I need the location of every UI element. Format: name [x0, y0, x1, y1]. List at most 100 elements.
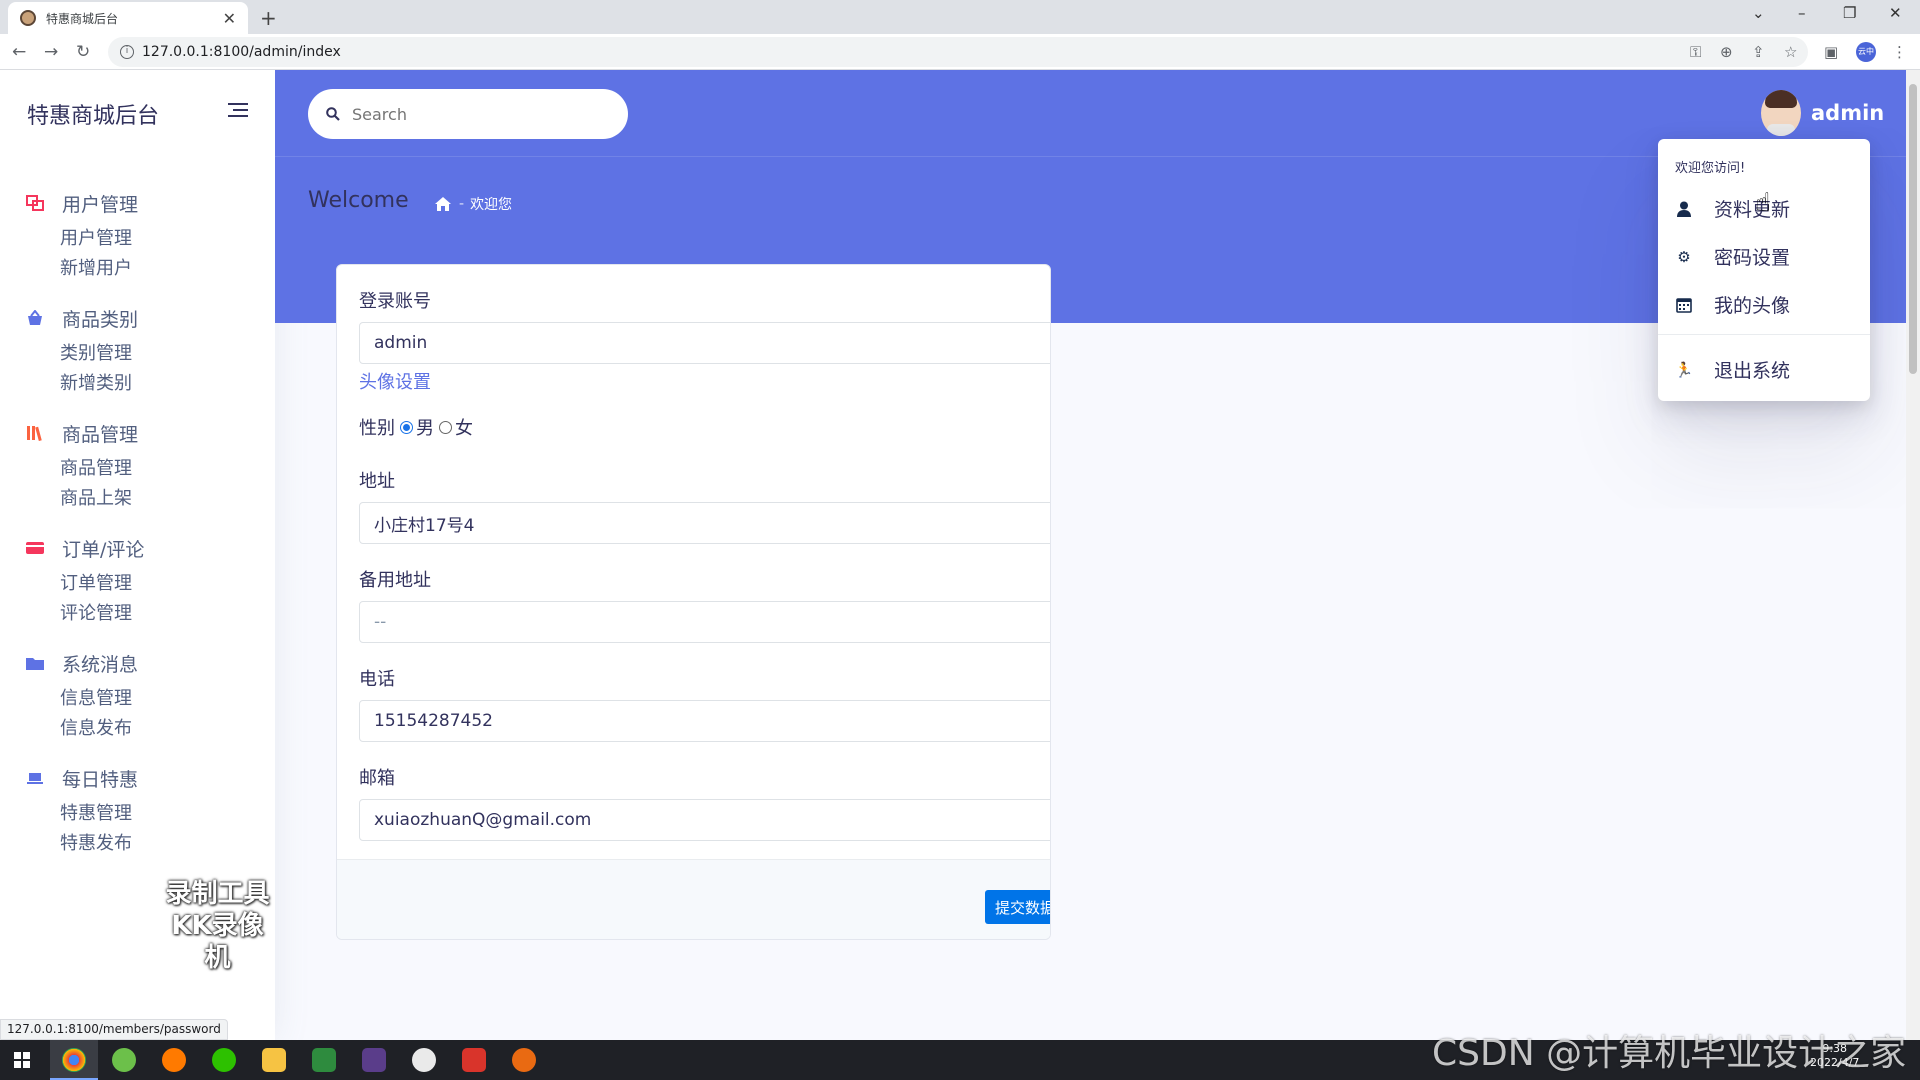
- nav-head-categories[interactable]: 商品类别: [0, 303, 275, 333]
- reload-icon[interactable]: ↻: [76, 42, 90, 62]
- nav-head-label: 每日特惠: [62, 768, 139, 791]
- nav-item-message-manage[interactable]: 信息管理: [60, 684, 275, 714]
- alt-address-label: 备用地址: [359, 570, 431, 591]
- search-app-taskbar-icon[interactable]: [162, 1048, 186, 1072]
- search-input[interactable]: [352, 104, 592, 124]
- email-label: 邮箱: [359, 768, 395, 789]
- address-field[interactable]: 小庄村17号4: [359, 502, 1050, 544]
- csdn-watermark: CSDN @计算机毕业设计之家: [1432, 1033, 1907, 1074]
- card-footer: 提交数据: [337, 859, 1050, 939]
- menu-item-label: 资料更新: [1714, 199, 1791, 221]
- nav-item-add-user[interactable]: 新增用户: [60, 254, 275, 284]
- nav-item-comment-manage[interactable]: 评论管理: [60, 599, 275, 629]
- laptop-icon: [27, 773, 43, 784]
- link-status-bar: 127.0.0.1:8100/members/password: [0, 1019, 228, 1040]
- home-icon[interactable]: [435, 197, 451, 211]
- nav-item-product-manage[interactable]: 商品管理: [60, 454, 275, 484]
- menu-item-logout[interactable]: 🏃 退出系统: [1675, 356, 1790, 383]
- profile-avatar[interactable]: 云中: [1856, 42, 1876, 62]
- nav-item-message-publish[interactable]: 信息发布: [60, 714, 275, 744]
- share-icon[interactable]: ⇪: [1752, 43, 1765, 61]
- avatar: [1761, 90, 1801, 136]
- submit-button[interactable]: 提交数据: [985, 890, 1050, 924]
- browser-tab[interactable]: 特惠商城后台 ✕: [8, 2, 248, 34]
- breadcrumb-current: 欢迎您: [470, 197, 513, 213]
- nav-group-users: 用户管理 用户管理 新增用户: [0, 188, 275, 284]
- user-menu-trigger[interactable]: admin: [1761, 90, 1884, 136]
- side-panel-icon[interactable]: ▣: [1824, 43, 1838, 61]
- nav-item-deal-manage[interactable]: 特惠管理: [60, 799, 275, 829]
- url-field[interactable]: i 127.0.0.1:8100/admin/index: [108, 37, 1808, 67]
- windows-start-icon[interactable]: [14, 1052, 30, 1068]
- breadcrumb-separator: -: [459, 196, 465, 212]
- search-box[interactable]: [308, 89, 628, 139]
- nav-head-daily-deals[interactable]: 每日特惠: [0, 763, 275, 793]
- gender-male-radio[interactable]: [400, 420, 413, 434]
- profile-form-card: 登录账号 admin 头像设置 性别 男 女 地址 小庄村17号4 备用地址 -…: [336, 264, 1051, 940]
- minimize-icon[interactable]: –: [1798, 4, 1806, 22]
- nav-head-label: 商品类别: [62, 308, 139, 331]
- gender-female-radio[interactable]: [439, 420, 452, 434]
- close-tab-icon[interactable]: ✕: [223, 9, 236, 28]
- key-icon[interactable]: ⚿: [1690, 43, 1701, 61]
- game-taskbar-icon[interactable]: [362, 1048, 386, 1072]
- nav-group-categories: 商品类别 类别管理 新增类别: [0, 303, 275, 399]
- brand-title: 特惠商城后台: [27, 104, 160, 129]
- search-icon: [326, 107, 340, 121]
- nav-item-product-publish[interactable]: 商品上架: [60, 484, 275, 514]
- close-window-icon[interactable]: ✕: [1889, 4, 1902, 22]
- file-explorer-taskbar-icon[interactable]: [262, 1048, 286, 1072]
- gender-female-label: 女: [455, 418, 473, 439]
- sidebar-toggle-icon[interactable]: [228, 103, 248, 121]
- email-field[interactable]: xuiaozhuanQ@gmail.com: [359, 799, 1050, 841]
- nav-head-label: 系统消息: [62, 653, 139, 676]
- user-icon: [1675, 201, 1693, 217]
- nav-head-messages[interactable]: 系统消息: [0, 648, 275, 678]
- tab-search-icon[interactable]: ⌄: [1752, 4, 1765, 22]
- scrollbar-thumb[interactable]: [1909, 84, 1917, 374]
- nav-item-order-manage[interactable]: 订单管理: [60, 569, 275, 599]
- new-tab-icon[interactable]: +: [260, 6, 277, 30]
- tab-title: 特惠商城后台: [46, 11, 119, 26]
- account-field[interactable]: admin: [359, 322, 1050, 364]
- forward-icon[interactable]: →: [44, 42, 58, 62]
- recorder-taskbar-icon[interactable]: [512, 1048, 536, 1072]
- restore-icon[interactable]: ❐: [1843, 4, 1856, 22]
- wps-taskbar-icon[interactable]: [462, 1048, 486, 1072]
- zoom-icon[interactable]: ⊕: [1720, 43, 1733, 61]
- user-dropdown-menu: 欢迎您访问! 资料更新 ⚙ 密码设置 我的头像 🏃 退出系统: [1658, 139, 1870, 401]
- menu-item-profile[interactable]: 资料更新: [1675, 195, 1790, 222]
- nav-head-users[interactable]: 用户管理: [0, 188, 275, 218]
- nav-group-daily-deals: 每日特惠 特惠管理 特惠发布: [0, 763, 275, 859]
- site-info-icon[interactable]: i: [120, 45, 134, 59]
- bookmark-star-icon[interactable]: ☆: [1784, 43, 1797, 61]
- mouse-cursor-icon: ☝: [1755, 188, 1771, 218]
- address-label: 地址: [359, 471, 395, 492]
- dropdown-heading: 欢迎您访问!: [1675, 161, 1746, 176]
- nav-head-products[interactable]: 商品管理: [0, 418, 275, 448]
- page-viewport: 特惠商城后台 用户管理 用户管理 新增用户 商品类别 类别管理 新增类别 商品管…: [0, 70, 1906, 1040]
- gender-row: 性别 男 女: [359, 414, 1050, 440]
- chat-taskbar-icon[interactable]: [412, 1048, 436, 1072]
- back-icon[interactable]: ←: [12, 42, 26, 62]
- nav-item-add-category[interactable]: 新增类别: [60, 369, 275, 399]
- page-scrollbar[interactable]: [1906, 70, 1920, 1040]
- menu-item-avatar[interactable]: 我的头像: [1675, 291, 1790, 318]
- nav-head-label: 用户管理: [62, 193, 139, 216]
- nav-item-category-manage[interactable]: 类别管理: [60, 339, 275, 369]
- chrome-taskbar-icon[interactable]: [62, 1048, 86, 1072]
- nav-group-products: 商品管理 商品管理 商品上架: [0, 418, 275, 514]
- calendar-icon: [1675, 297, 1693, 313]
- wechat-taskbar-icon[interactable]: [212, 1048, 236, 1072]
- nav-item-deal-publish[interactable]: 特惠发布: [60, 829, 275, 859]
- nav-item-user-manage[interactable]: 用户管理: [60, 224, 275, 254]
- alt-address-field[interactable]: --: [359, 601, 1050, 643]
- phone-field[interactable]: 15154287452: [359, 700, 1050, 742]
- avatar-settings-link[interactable]: 头像设置: [359, 368, 1050, 394]
- app-taskbar-icon[interactable]: [112, 1048, 136, 1072]
- nav-head-orders[interactable]: 订单/评论: [0, 533, 275, 563]
- editor-taskbar-icon[interactable]: [312, 1048, 336, 1072]
- nav-head-label: 订单/评论: [62, 538, 145, 561]
- menu-dots-icon[interactable]: ⋮: [1892, 43, 1907, 61]
- menu-item-password[interactable]: ⚙ 密码设置: [1675, 243, 1790, 270]
